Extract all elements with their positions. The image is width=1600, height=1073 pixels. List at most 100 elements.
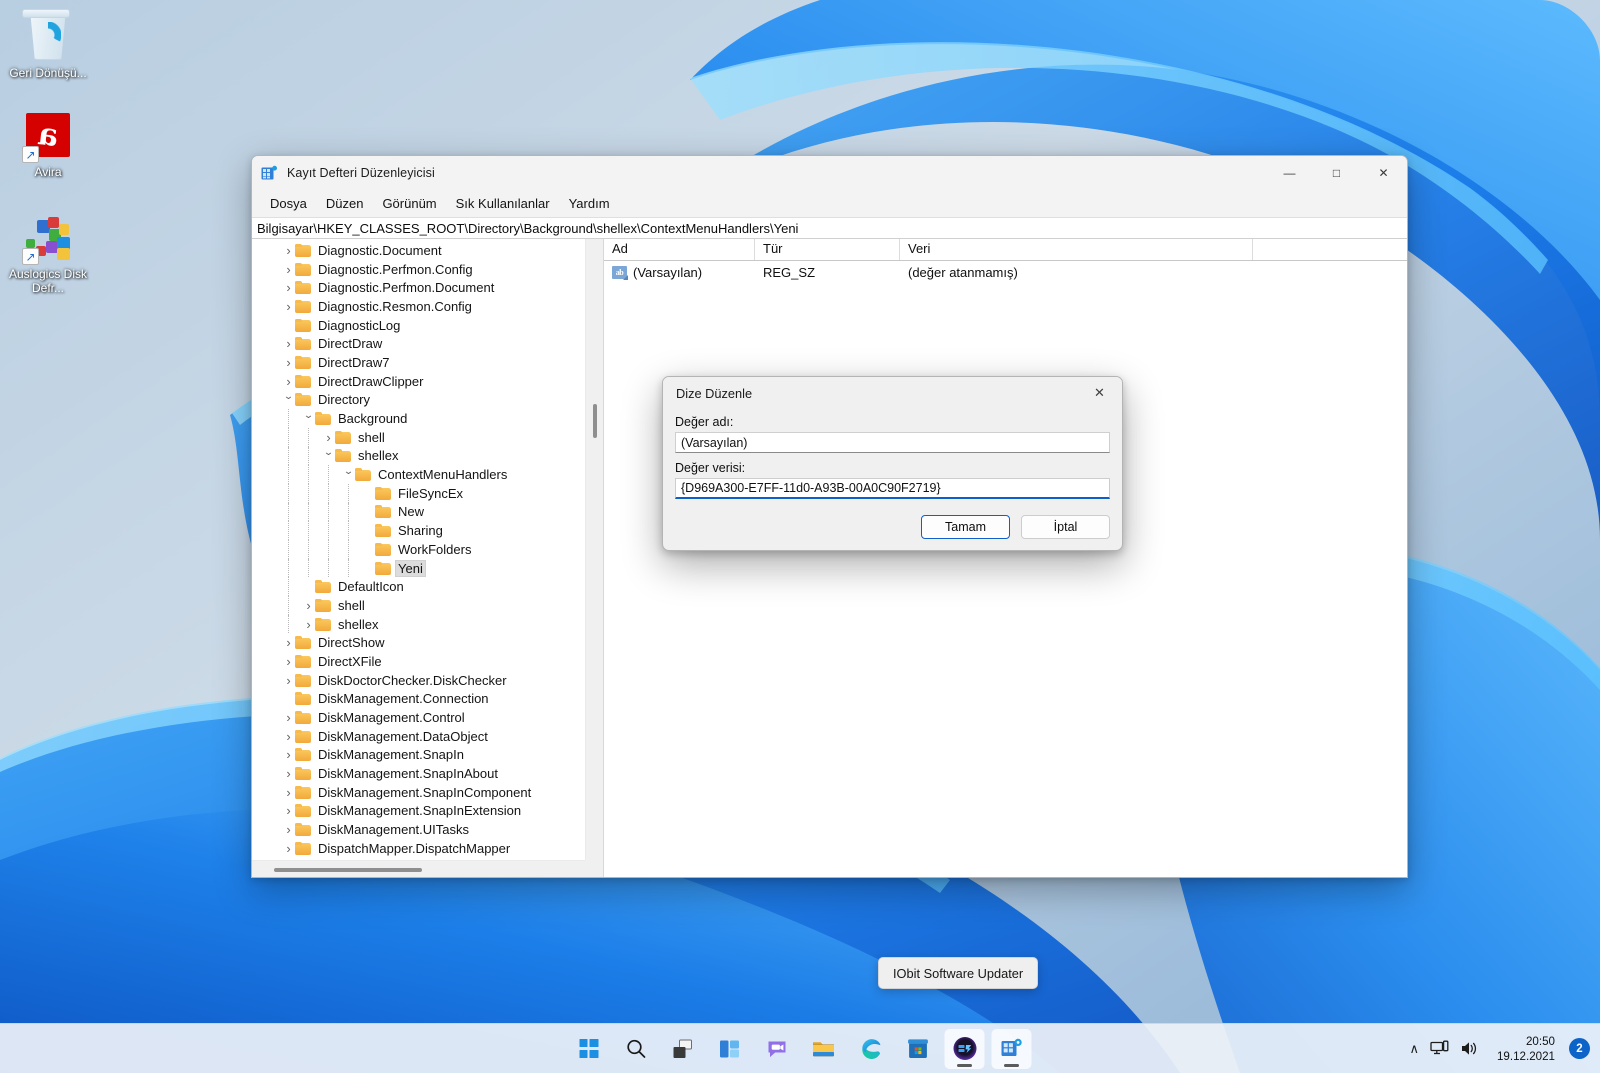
taskbar[interactable]: ∧ 20:50 19.12.2021 2 [0,1023,1600,1073]
search-button[interactable] [616,1029,656,1069]
desktop-icon-avira[interactable]: a ↗ Avira [2,113,94,179]
tree-item[interactable]: › DiskManagement.SnapInExtension [252,802,585,821]
iobit-button[interactable] [944,1028,985,1069]
task-view-button[interactable] [663,1029,703,1069]
cancel-button[interactable]: İptal [1021,515,1110,539]
tree-horizontal-scrollbar[interactable] [252,860,585,877]
menu-yardim[interactable]: Yardım [560,193,619,214]
regedit-taskbar-button[interactable] [991,1028,1032,1069]
tree-item[interactable]: › shell [252,596,585,615]
chevron-right-icon[interactable]: › [282,375,295,388]
network-icon[interactable] [1430,1040,1449,1057]
menu-dosya[interactable]: Dosya [261,193,316,214]
chevron-right-icon[interactable]: › [282,674,295,687]
window-titlebar[interactable]: Kayıt Defteri Düzenleyicisi — □ ✕ [252,156,1407,190]
tree-item[interactable]: ⌄ Background [252,409,585,428]
menu-sik-kullanilanlar[interactable]: Sık Kullanılanlar [447,193,559,214]
tree-item[interactable]: › DiskManagement.SnapIn [252,746,585,765]
taskbar-clock[interactable]: 20:50 19.12.2021 [1491,1031,1561,1067]
chevron-right-icon[interactable]: › [282,786,295,799]
chevron-right-icon[interactable]: › [282,711,295,724]
chevron-right-icon[interactable]: › [282,842,295,855]
tree-item[interactable]: · Yeni [252,558,585,578]
dialog-titlebar[interactable]: Dize Düzenle ✕ [663,377,1122,409]
column-header-tur[interactable]: Tür [755,239,900,260]
registry-tree-pane[interactable]: › Diagnostic.Document › Diagnostic.Perfmon.… [252,239,604,877]
close-button[interactable]: ✕ [1360,156,1407,190]
edit-string-dialog[interactable]: Dize Düzenle ✕ Değer adı: Değer verisi: … [662,376,1123,551]
tree-item[interactable]: · DiskManagement.Connection [252,690,585,709]
menu-gorunum[interactable]: Görünüm [373,193,445,214]
column-header-veri[interactable]: Veri [900,239,1253,260]
tree-item[interactable]: › DispatchMapper.DispatchMapper [252,839,585,858]
chevron-right-icon[interactable]: › [302,618,315,631]
values-row[interactable]: ab (Varsayılan) REG_SZ (değer atanmamış) [604,261,1407,283]
tree-item[interactable]: › shell [252,427,585,447]
value-name-cell[interactable]: ab (Varsayılan) [604,265,755,280]
tree-item[interactable]: · Sharing [252,521,585,540]
chevron-right-icon[interactable]: › [282,804,295,817]
column-header-ad[interactable]: Ad [604,239,755,260]
widgets-button[interactable] [710,1029,750,1069]
edge-button[interactable] [851,1029,891,1069]
tree-item[interactable]: · New [252,502,585,522]
tree-vscroll-thumb[interactable] [593,404,597,438]
chevron-right-icon[interactable]: › [282,281,295,294]
tree-item[interactable]: ⌄ ContextMenuHandlers [252,465,585,484]
chevron-right-icon[interactable]: › [302,599,315,612]
ok-button[interactable]: Tamam [921,515,1010,539]
tree-item[interactable]: ⌄ Directory [252,391,585,410]
tree-item[interactable]: › DiskManagement.SnapInComponent [252,783,585,802]
value-name-input[interactable] [675,432,1110,453]
tree-hscroll-thumb[interactable] [274,868,422,872]
tree-item[interactable]: · DiagnosticLog [252,316,585,335]
tree-item[interactable]: › DirectDraw [252,334,585,353]
tray-icons-group[interactable]: ∧ [1401,1035,1487,1062]
chevron-up-icon[interactable]: ∧ [1409,1041,1419,1057]
tree-item[interactable]: › Diagnostic.Perfmon.Document [252,278,585,297]
chevron-right-icon[interactable]: › [322,431,335,444]
address-bar[interactable]: Bilgisayar\HKEY_CLASSES_ROOT\Directory\B… [252,217,1407,239]
chevron-right-icon[interactable]: › [282,823,295,836]
tree-item[interactable]: › DiskManagement.SnapInAbout [252,764,585,783]
tree-item[interactable]: · WorkFolders [252,540,585,559]
chevron-right-icon[interactable]: › [282,748,295,761]
maximize-button[interactable]: □ [1313,156,1360,190]
tree-item[interactable]: › DiskManagement.Control [252,708,585,727]
chevron-right-icon[interactable]: › [282,337,295,350]
desktop-icon-recycle-bin[interactable]: Geri Dönüşü... [2,9,94,80]
tree-item[interactable]: · FileSyncEx [252,483,585,503]
registry-values-pane[interactable]: Ad Tür Veri ab (Varsayılan) REG_SZ (değe… [604,239,1407,877]
chevron-right-icon[interactable]: › [282,263,295,276]
tree-item[interactable]: · DefaultIcon [252,577,585,597]
tree-item[interactable]: › Diagnostic.Resmon.Config [252,297,585,316]
chevron-right-icon[interactable]: › [282,300,295,313]
chevron-right-icon[interactable]: › [282,244,295,257]
tree-vertical-scrollbar[interactable] [585,239,603,860]
tree-item[interactable]: › Diagnostic.Perfmon.Config [252,260,585,279]
menu-duzen[interactable]: Düzen [317,193,373,214]
chevron-right-icon[interactable]: › [282,636,295,649]
tree-item[interactable]: › Diagnostic.Document [252,241,585,260]
dialog-close-button[interactable]: ✕ [1077,377,1122,409]
chevron-right-icon[interactable]: › [282,356,295,369]
tree-item[interactable]: › DirectDrawClipper [252,372,585,391]
chevron-right-icon[interactable]: › [282,730,295,743]
tree-item[interactable]: › shellex [252,614,585,634]
tree-item[interactable]: › DirectDraw7 [252,353,585,372]
file-explorer-button[interactable] [804,1029,844,1069]
chevron-right-icon[interactable]: › [282,767,295,780]
minimize-button[interactable]: — [1266,156,1313,190]
desktop-icon-auslogics[interactable]: ↗ Auslogics Disk Defr... [2,215,94,295]
volume-icon[interactable] [1460,1040,1479,1057]
desktop[interactable]: Geri Dönüşü... a ↗ Avira ↗ Auslogics Dis… [0,0,1600,1073]
start-button[interactable] [569,1029,609,1069]
notification-badge[interactable]: 2 [1569,1038,1590,1059]
tree-item[interactable]: ⌄ shellex [252,446,585,466]
tree-item[interactable]: › DiskManagement.UITasks [252,820,585,839]
chat-button[interactable] [757,1029,797,1069]
microsoft-store-button[interactable] [898,1029,938,1069]
tree-item[interactable]: › DirectXFile [252,652,585,671]
tree-item[interactable]: › DiskManagement.DataObject [252,727,585,746]
chevron-right-icon[interactable]: › [282,655,295,668]
